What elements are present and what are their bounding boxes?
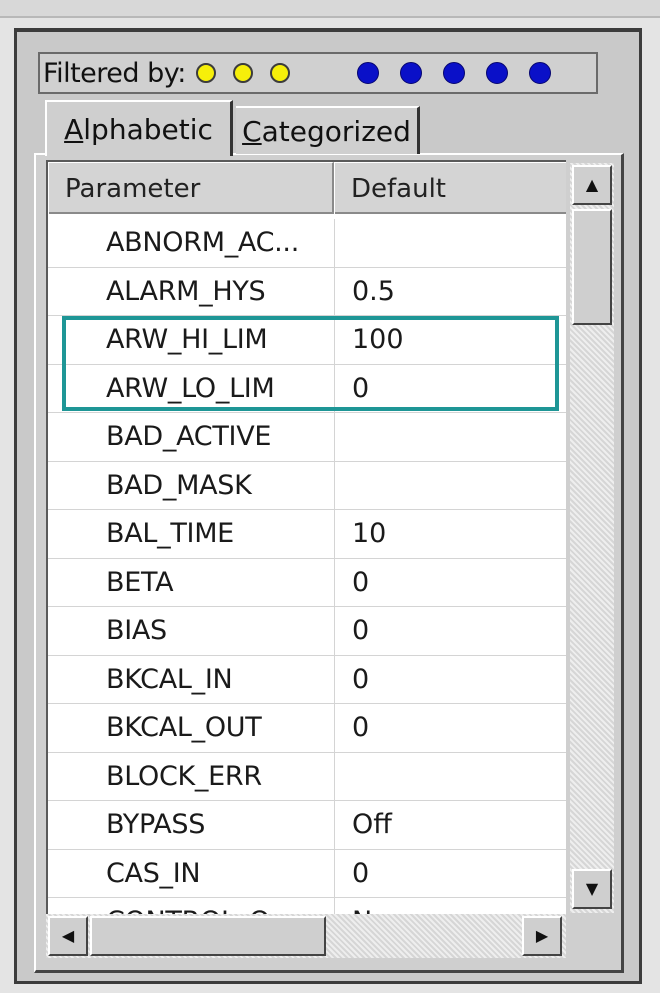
parameter-grid: Parameter Default ABNORM_AC... ALARM_HYS 0… [46,160,566,914]
parameter-window: Filtered by: Alphabetic Categorized Para… [0,0,660,993]
table-row[interactable]: BAL_TIME 10 [48,510,566,559]
column-header-default[interactable]: Default [334,162,566,214]
table-row[interactable]: ABNORM_AC... [48,219,566,268]
parameter-name: ABNORM_AC... [106,227,299,258]
parameter-name: BYPASS [106,809,206,840]
yellow-filter-dot[interactable] [269,63,290,83]
left-arrow-icon[interactable]: ◀ [48,916,88,956]
table-row[interactable]: BETA 0 [48,559,566,607]
yellow-filter-dot[interactable] [195,63,216,83]
parameter-name: BAL_TIME [106,518,234,549]
parameter-name: ARW_HI_LIM [106,324,268,355]
column-header-parameter[interactable]: Parameter [48,162,334,214]
down-arrow-icon[interactable]: ▼ [572,869,612,909]
window-top-strip [0,0,660,18]
filter-label: Filtered by: [43,57,186,89]
parameter-default[interactable]: 0.5 [352,268,395,316]
tab-alphabetic[interactable]: Alphabetic [45,100,233,156]
parameter-default[interactable]: 0 [352,656,369,704]
parameter-default[interactable]: 0 [352,850,369,898]
scrollbar-corner [566,914,614,958]
parameter-name: CAS_IN [106,857,201,889]
grid-header: Parameter Default [48,162,566,214]
table-row[interactable]: BKCAL_OUT 0 [48,704,566,753]
tab-categorized[interactable]: Categorized [236,106,420,154]
parameter-name: ALARM_HYS [106,275,266,307]
parameter-name: BAD_ACTIVE [106,421,272,452]
parameter-default[interactable]: Off [352,801,392,849]
table-row[interactable]: CONTROL_O... N... [48,898,566,914]
parameter-default[interactable]: N... [352,898,398,914]
blue-filter-dot[interactable] [442,62,465,84]
table-row[interactable]: BLOCK_ERR [48,753,566,801]
filter-bar: Filtered by: [38,52,598,94]
table-row[interactable]: BAD_MASK [48,462,566,510]
yellow-filter-dot[interactable] [232,63,253,83]
blue-filter-dot[interactable] [485,62,508,84]
tab-alphabetic-label: lphabetic [83,112,213,146]
up-arrow-icon[interactable]: ▲ [572,165,612,205]
table-row[interactable]: ALARM_HYS 0.5 [48,268,566,316]
right-arrow-icon[interactable]: ▶ [522,916,562,956]
vertical-scrollbar[interactable]: ▲ ▼ [570,163,614,913]
parameter-default[interactable]: 100 [352,316,404,364]
tab-alphabetic-mnemonic: A [64,112,84,146]
parameter-name: BKCAL_IN [106,663,233,695]
parameter-default[interactable]: 0 [352,704,369,752]
parameter-default[interactable]: 0 [352,607,369,655]
table-row[interactable]: BIAS 0 [48,607,566,656]
table-row[interactable]: BKCAL_IN 0 [48,656,566,704]
vertical-scroll-thumb[interactable] [572,209,612,325]
horizontal-scroll-thumb[interactable] [90,916,326,956]
parameter-name: CONTROL_O... [106,898,294,914]
horizontal-scrollbar[interactable]: ◀ ▶ [46,914,566,958]
parameter-name: BETA [106,566,174,598]
parameter-default[interactable]: 10 [352,510,386,558]
table-row[interactable]: CAS_IN 0 [48,850,566,898]
table-row[interactable]: ARW_LO_LIM 0 [48,365,566,413]
blue-filter-dot[interactable] [399,62,422,84]
parameter-name: BLOCK_ERR [106,760,262,792]
parameter-default[interactable]: 0 [352,559,369,607]
tab-categorized-label: ategorized [261,114,411,148]
parameter-name: BIAS [106,615,167,646]
blue-filter-dot[interactable] [356,62,379,84]
table-row[interactable]: BYPASS Off [48,801,566,850]
tab-categorized-mnemonic: C [242,114,262,148]
parameter-name: ARW_LO_LIM [106,372,275,404]
parameter-default[interactable]: 0 [352,365,369,413]
blue-filter-dot[interactable] [528,62,551,84]
parameter-name: BKCAL_OUT [106,712,262,743]
parameter-name: BAD_MASK [106,469,252,501]
table-row[interactable]: BAD_ACTIVE [48,413,566,462]
table-row[interactable]: ARW_HI_LIM 100 [48,316,566,365]
